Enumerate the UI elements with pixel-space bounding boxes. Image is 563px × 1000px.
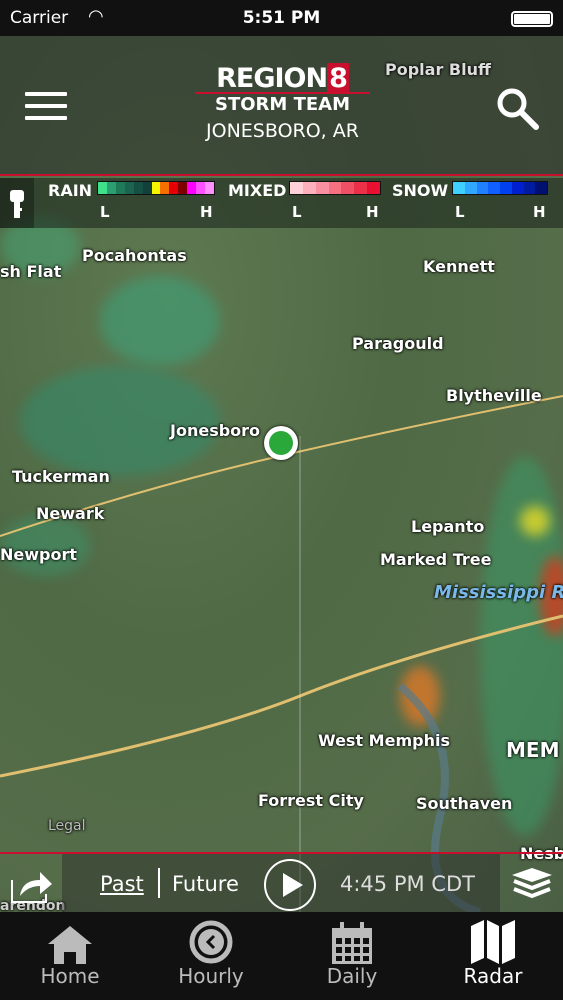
- snow-scale: [452, 181, 548, 195]
- mixed-label: MIXED: [228, 181, 287, 200]
- color-swatch: [488, 182, 500, 194]
- color-swatch: [205, 182, 214, 194]
- key-icon[interactable]: [0, 178, 34, 228]
- logo: REGION8 STORM TEAM JONESBORO, AR: [195, 63, 370, 142]
- menu-icon[interactable]: [25, 92, 67, 128]
- tab-home[interactable]: Home: [0, 912, 140, 1000]
- radar-timestamp: 4:45 PM CDT: [340, 872, 475, 896]
- color-swatch: [341, 182, 355, 194]
- color-swatch: [98, 182, 107, 194]
- logo-number: 8: [327, 63, 349, 94]
- rain-scale: [97, 181, 215, 195]
- color-swatch: [328, 182, 342, 194]
- color-swatch: [106, 182, 116, 194]
- color-swatch: [453, 182, 465, 194]
- mixed-low: L: [292, 203, 302, 221]
- tab-label: Hourly: [178, 964, 244, 988]
- tab-label: Radar: [463, 964, 523, 988]
- color-swatch: [500, 182, 512, 194]
- color-swatch: [315, 182, 329, 194]
- city-label: Jonesboro: [170, 421, 261, 440]
- city-label: Pocahontas: [82, 246, 187, 265]
- color-swatch: [523, 182, 536, 194]
- city-label: Newark: [36, 504, 105, 523]
- home-icon: [48, 926, 92, 964]
- location-marker: [264, 426, 298, 460]
- color-swatch: [290, 182, 303, 194]
- clock-icon: [189, 920, 233, 964]
- city-label: Blytheville: [446, 386, 542, 405]
- city-label: sh Flat: [0, 262, 62, 281]
- color-swatch: [535, 182, 547, 194]
- search-icon[interactable]: [495, 86, 539, 130]
- layers-icon[interactable]: [510, 866, 554, 900]
- city-label: Tuckerman: [12, 467, 110, 486]
- color-swatch: [178, 182, 188, 194]
- city-label: Forrest City: [258, 791, 364, 810]
- legal-link[interactable]: Legal: [48, 818, 86, 834]
- color-swatch: [115, 182, 125, 194]
- snow-high: H: [533, 203, 546, 221]
- tab-radar[interactable]: Radar: [423, 912, 563, 1000]
- color-swatch: [464, 182, 477, 194]
- clock: 5:51 PM: [242, 8, 321, 28]
- city-label: Newport: [0, 545, 78, 564]
- logo-subtitle: STORM TEAM: [195, 92, 370, 116]
- app-header: REGION8 STORM TEAM JONESBORO, AR: [0, 36, 563, 176]
- color-swatch: [367, 182, 381, 194]
- rain-high: H: [200, 203, 213, 221]
- color-swatch: [302, 182, 316, 194]
- color-swatch: [160, 182, 170, 194]
- tab-label: Home: [40, 964, 100, 988]
- battery-icon: [511, 11, 553, 27]
- color-swatch: [187, 182, 197, 194]
- play-button[interactable]: [264, 859, 316, 911]
- mixed-scale: [289, 181, 381, 195]
- tab-hourly[interactable]: Hourly: [141, 912, 281, 1000]
- color-swatch: [133, 182, 143, 194]
- snow-label: SNOW: [392, 181, 449, 200]
- tab-daily[interactable]: Daily: [282, 912, 422, 1000]
- city-label: Kennett: [423, 257, 495, 276]
- color-swatch: [196, 182, 206, 194]
- city-label: Poplar Bluff: [385, 60, 491, 79]
- color-swatch: [354, 182, 368, 194]
- share-icon[interactable]: [10, 866, 52, 904]
- logo-text: REGION: [216, 63, 328, 94]
- color-swatch: [511, 182, 524, 194]
- rain-label: RAIN: [48, 181, 93, 200]
- playback-controls: Past Future 4:45 PM CDT: [0, 852, 563, 914]
- tab-bar: Home Hourly Daily Radar: [0, 912, 563, 1000]
- map-icon: [471, 920, 515, 964]
- tab-label: Daily: [326, 964, 378, 988]
- city-label: West Memphis: [318, 731, 450, 750]
- city-label: MEM: [506, 738, 560, 762]
- divider: [158, 868, 160, 898]
- location-title: JONESBORO, AR: [206, 120, 359, 142]
- color-swatch: [142, 182, 152, 194]
- color-swatch: [169, 182, 179, 194]
- color-swatch: [476, 182, 489, 194]
- city-label: Marked Tree: [380, 550, 492, 569]
- city-label: Southaven: [416, 794, 513, 813]
- future-button[interactable]: Future: [172, 872, 239, 896]
- river-label: Mississippi R: [434, 582, 563, 603]
- radar-legend: RAIN L H MIXED L H SNOW L H: [0, 178, 563, 228]
- snow-low: L: [455, 203, 465, 221]
- color-swatch: [124, 182, 134, 194]
- city-label: Lepanto: [411, 517, 485, 536]
- mixed-high: H: [366, 203, 379, 221]
- rain-low: L: [100, 203, 110, 221]
- calendar-icon: [332, 922, 372, 964]
- status-bar: Carrier ◠ 5:51 PM: [0, 0, 563, 36]
- color-swatch: [151, 182, 161, 194]
- city-label: Paragould: [352, 334, 444, 353]
- past-button[interactable]: Past: [100, 872, 144, 896]
